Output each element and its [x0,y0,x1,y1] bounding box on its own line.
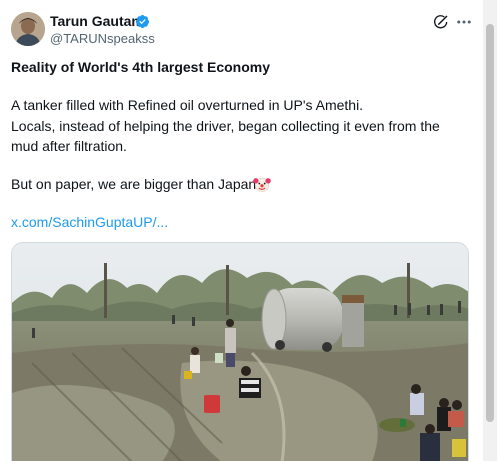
post-media-video-thumbnail[interactable] [11,242,469,461]
post-text-line-3: mud after filtration. [11,138,127,154]
post-headline: Reality of World's 4th largest Economy [11,59,271,75]
post-text-line-2: Locals, instead of helping the driver, b… [11,118,440,134]
tweet-card: Tarun Gautam @TARUNspeakss Reality of Wo… [0,0,499,461]
post-link[interactable]: x.com/SachinGuptaUP/... [11,214,168,230]
clown-face-emoji-icon [253,177,271,192]
scrollbar-thumb[interactable] [486,24,494,422]
verified-badge-icon [135,14,150,29]
avatar[interactable] [11,12,45,46]
post-text-line-4: But on paper, we are bigger than Japan [11,176,257,192]
author-name[interactable]: Tarun Gautam [50,13,144,29]
grok-icon[interactable] [433,14,449,30]
more-horizontal-icon[interactable] [455,14,473,30]
post-text-line-1: A tanker filled with Refined oil overtur… [11,97,364,113]
author-handle[interactable]: @TARUNspeakss [50,31,155,46]
